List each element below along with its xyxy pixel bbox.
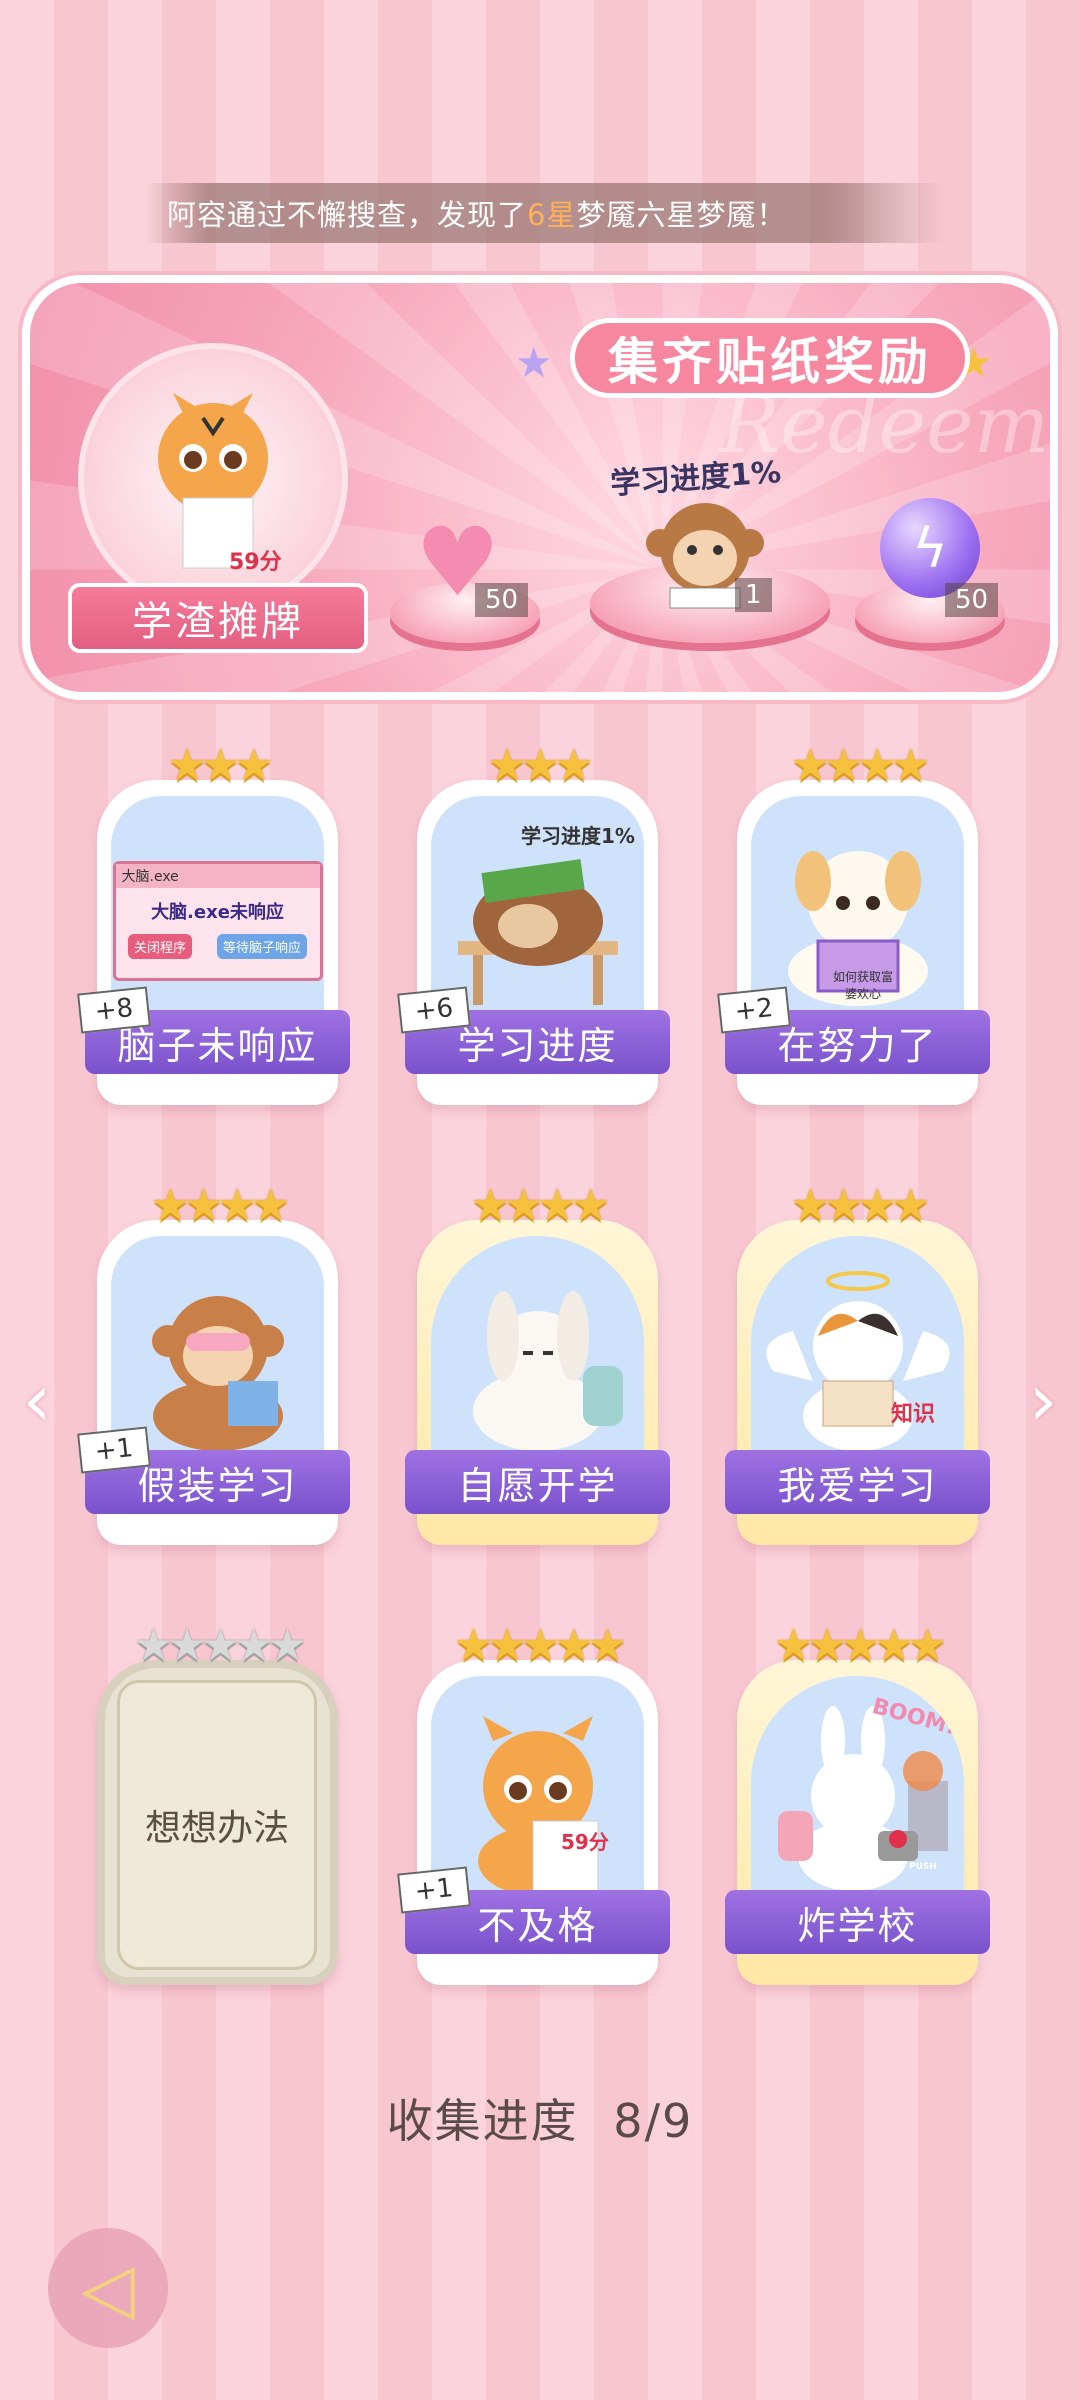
ticker-suffix: 梦魇六星梦魇！ — [576, 198, 787, 232]
count-badge: +8 — [77, 986, 151, 1034]
sticker-card[interactable]: BOOM!! PUSH ★★★★★ 炸学校 — [725, 1620, 990, 2000]
reward-count: 50 — [945, 583, 999, 617]
count-badge: +2 — [717, 986, 791, 1034]
star-rating: ★★★★ — [150, 1180, 291, 1231]
art-text: 知识 — [891, 1402, 936, 1427]
count-badge: +6 — [397, 986, 471, 1034]
art-text: PUSH — [909, 1862, 937, 1872]
art-text: 59分 — [561, 1830, 609, 1854]
art-button: 等待脑子响应 — [216, 934, 307, 959]
reward-count: 50 — [475, 583, 529, 617]
star-icon: ★ — [515, 338, 553, 387]
announcement-ticker: 阿容通过不懈搜查，发现了 6星 梦魇六星梦魇！ — [145, 183, 945, 243]
sticker-card[interactable]: 知识 ★★★★ 我爱学习 — [725, 1180, 990, 1560]
badge-ribbon: 学渣摊牌 — [68, 583, 368, 653]
reward-panel: Redeem ★ ★ 集齐贴纸奖励 59分 学渣摊牌 ♥ 50 学习进度1% 1… — [22, 275, 1058, 700]
prev-page-arrow-icon[interactable]: ‹ — [12, 1358, 62, 1442]
sticker-card[interactable]: 大脑.exe 大脑.exe未响应 关闭程序 等待脑子响应 ★★★ 脑子未响应 +… — [77, 740, 350, 1120]
card-art: BOOM!! PUSH — [751, 1676, 964, 1926]
sticker-card[interactable]: 如何获取富婆欢心 ★★★★ 在努力了 +2 — [717, 740, 990, 1120]
star-rating: ★★★★ — [790, 740, 931, 791]
ticker-highlight: 6星 — [527, 198, 577, 232]
count-badge: +1 — [77, 1426, 151, 1474]
bunny-icon — [472, 1291, 623, 1451]
locked-card-label: 想想办法 — [117, 1680, 317, 1970]
count-badge: +1 — [397, 1866, 471, 1914]
sloth-icon — [457, 859, 618, 1005]
window-title: 大脑.exe — [115, 864, 320, 888]
art-button: 关闭程序 — [127, 934, 192, 959]
sticker-card[interactable]: 学习进度1% ★★★ 学习进度 +6 — [397, 740, 670, 1120]
art-text: 大脑.exe未响应 — [151, 902, 284, 923]
star-rating: ★★★ — [167, 740, 273, 791]
card-art: 知识 — [751, 1236, 964, 1486]
sticker-card-locked[interactable]: 想想办法 ★★★★★ — [85, 1620, 350, 2000]
reward-title: 集齐贴纸奖励 — [570, 318, 970, 398]
star-rating: ★★★ — [487, 740, 593, 791]
next-page-arrow-icon[interactable]: › — [1018, 1358, 1068, 1442]
calico-cat-angel-icon — [765, 1271, 950, 1451]
monkey-icon — [151, 1296, 284, 1451]
collection-value: 8/9 — [613, 2094, 694, 2148]
star-rating: ★★★★ — [470, 1180, 611, 1231]
ticker-prefix: 阿容通过不懈搜查，发现了 — [167, 198, 528, 232]
star-rating: ★★★★★ — [453, 1620, 627, 1671]
card-name: 我爱学习 — [725, 1450, 990, 1514]
card-name: 炸学校 — [725, 1890, 990, 1954]
sticker-card[interactable]: 59分 ★★★★★ 不及格 +1 — [397, 1620, 670, 2000]
tiger-icon — [158, 393, 268, 569]
collection-label: 收集进度 — [386, 2094, 579, 2148]
collection-progress: 收集进度 8/9 — [0, 2085, 1080, 2151]
badge-score: 59分 — [229, 550, 282, 575]
sticker-card[interactable]: ★★★★ 自愿开学 — [405, 1180, 670, 1560]
sticker-card[interactable]: ★★★★ 假装学习 +1 — [77, 1180, 350, 1560]
star-rating: ★★★★★ — [773, 1620, 947, 1671]
star-rating: ★★★★ — [790, 1180, 931, 1231]
badge-sticker[interactable]: 59分 — [78, 343, 348, 613]
back-icon: ◁ — [81, 2247, 135, 2329]
art-text: 如何获取富婆欢心 — [833, 970, 894, 1001]
window-illustration: 大脑.exe 大脑.exe未响应 关闭程序 等待脑子响应 — [112, 861, 323, 981]
card-name: 自愿开学 — [405, 1450, 670, 1514]
tiger-icon — [477, 1716, 598, 1896]
card-art — [431, 1236, 644, 1486]
art-text: 学习进度1% — [521, 824, 635, 848]
star-rating: ★★★★★ — [133, 1620, 307, 1671]
reward-count: 1 — [735, 578, 772, 612]
back-button[interactable]: ◁ — [48, 2228, 168, 2348]
